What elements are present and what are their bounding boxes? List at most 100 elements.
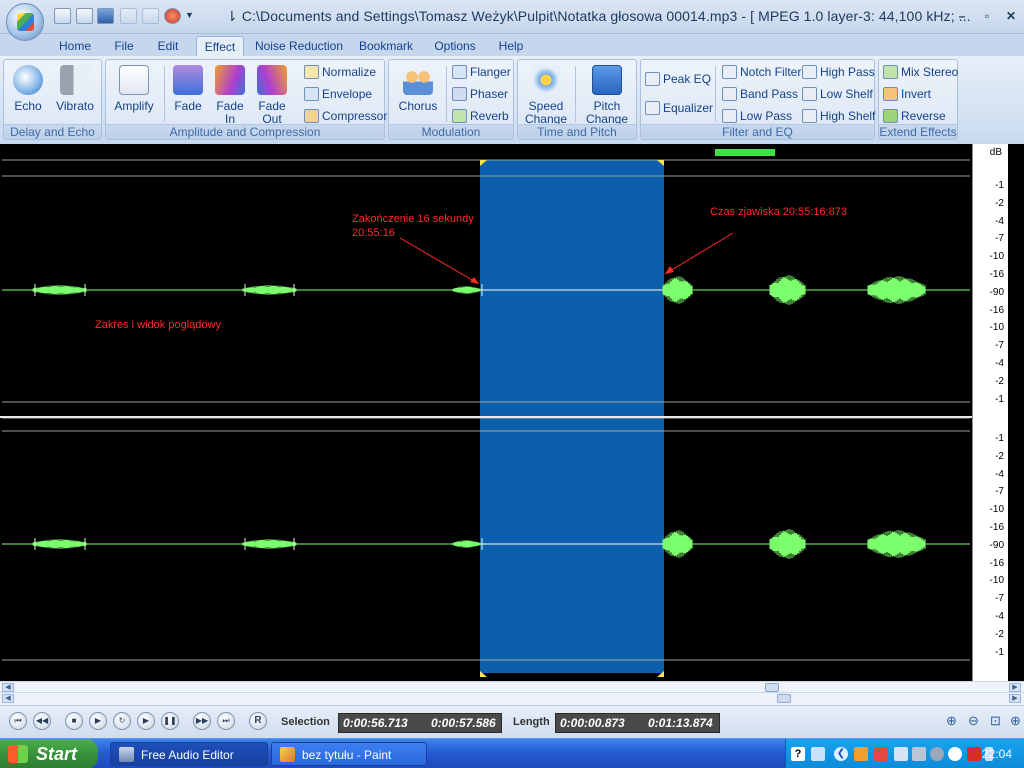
amplify-button[interactable]: Amplify [111,63,157,113]
amplify-label: Amplify [114,99,154,113]
play-selection-icon[interactable]: ▶ [137,712,155,730]
stop-icon[interactable]: ■ [65,712,83,730]
start-button[interactable]: Start [0,739,98,768]
fade-out-button[interactable]: Fade Out [254,63,290,126]
scroll-right-arrow[interactable]: ▶ [1009,683,1021,692]
fast-forward-icon[interactable]: ▶▶ [193,712,211,730]
waveform-view[interactable] [0,144,1008,681]
high-shelf-button[interactable]: High Shelf [802,107,875,125]
loop-icon[interactable]: ↻ [113,712,131,730]
record-button[interactable]: R [249,712,267,730]
zoom-full-icon[interactable]: ⊕ [1007,714,1024,730]
equalizer-button[interactable]: Equalizer [645,99,713,117]
scroll-thumb[interactable] [765,683,779,692]
rewind-icon[interactable]: ◀◀ [33,712,51,730]
horizontal-scrollbar-bottom[interactable]: ◀ ▶ [0,692,1024,705]
open-icon[interactable] [54,8,71,24]
scroll-thumb[interactable] [777,694,791,703]
scroll-right-arrow[interactable]: ▶ [1009,694,1021,703]
scroll-left-arrow[interactable]: ◀ [2,683,14,692]
zoom-in-icon[interactable]: ⊕ [943,714,960,730]
tab-help[interactable]: Help [494,38,528,56]
echo-button[interactable]: Echo [8,63,48,113]
compressor-label: Compressor [322,109,388,123]
compressor-button[interactable]: Compressor [304,107,387,125]
tab-noise-reduction[interactable]: Noise Reduction [254,38,344,56]
tray-disk-icon[interactable] [930,747,944,761]
undo-icon[interactable] [120,8,137,24]
annotation-end-16-seconds: Zakończenie 16 sekundy [352,213,474,225]
peak-eq-button[interactable]: Peak EQ [645,70,711,88]
group-label: Filter and EQ [641,124,874,139]
high-pass-button[interactable]: High Pass [802,63,875,81]
reverb-button[interactable]: Reverb [452,107,509,125]
tab-effect[interactable]: Effect [196,36,244,57]
fade-in-icon [215,65,245,95]
go-to-start-icon[interactable]: ⏮ [9,712,27,730]
volume-icon[interactable] [912,747,926,761]
tray-app-icon-3[interactable] [948,747,962,761]
record-dropdown-icon[interactable] [164,8,181,24]
fade-button[interactable]: Fade [170,63,206,113]
speed-change-icon [531,65,561,95]
maximize-button[interactable]: ▫ [976,8,998,24]
reverse-button[interactable]: Reverse [883,107,946,125]
selection-start[interactable]: 0:00:56.713 [343,714,408,732]
mix-stereo-label: Mix Stereo [901,65,959,79]
envelope-button[interactable]: Envelope [304,85,372,103]
zoom-selection-icon[interactable]: ⊡ [987,714,1004,730]
zoom-out-icon[interactable]: ⊖ [965,714,982,730]
selection-end[interactable]: 0:00:57.586 [431,714,496,732]
db-tick-label: -4 [995,215,1004,227]
close-button[interactable]: ✕ [1000,8,1022,24]
fade-in-button[interactable]: Fade In [212,63,248,126]
tray-app-icon-2[interactable] [874,747,888,761]
taskbar-item-free-audio-editor[interactable]: Free Audio Editor [110,742,268,766]
low-pass-button[interactable]: Low Pass [722,107,792,125]
band-pass-button[interactable]: Band Pass [722,85,798,103]
chorus-button[interactable]: Chorus [394,63,442,113]
display-icon[interactable] [894,747,908,761]
tray-app-icon[interactable] [854,747,868,761]
go-to-end-icon[interactable]: ⏭ [217,712,235,730]
notch-filter-button[interactable]: Notch Filter [722,63,801,81]
redo-icon[interactable] [142,8,159,24]
phaser-button[interactable]: Phaser [452,85,508,103]
application-menu-button[interactable] [6,3,44,41]
vibrato-button[interactable]: Vibrato [52,63,98,113]
low-shelf-button[interactable]: Low Shelf [802,85,873,103]
ati-icon[interactable] [967,747,981,761]
overview-range-indicator[interactable] [715,149,775,156]
pitch-change-button[interactable]: Pitch Change [582,63,632,126]
scroll-left-arrow[interactable]: ◀ [2,694,14,703]
tab-home[interactable]: Home [54,38,96,56]
selection-time-display[interactable]: 0:00:56.713 0:00:57.586 [338,713,502,733]
tab-edit[interactable]: Edit [152,38,184,56]
equalizer-icon [645,101,660,115]
tab-bookmark[interactable]: Bookmark [357,38,415,56]
db-tick-label: -16 [989,557,1004,569]
save-icon[interactable] [97,8,114,24]
low-shelf-icon [802,87,817,101]
tray-collapse-icon[interactable]: ❮ [834,747,848,761]
free-audio-editor-window: ▼ ⇂ C:\Documents and Settings\Tomasz Weż… [0,0,1024,768]
speed-change-button[interactable]: Speed Change [524,63,568,126]
play-icon[interactable]: ▶ [89,712,107,730]
qat-dropdown-icon[interactable]: ▼ [185,10,194,20]
flanger-button[interactable]: Flanger [452,63,511,81]
pause-icon[interactable]: ❚❚ [161,712,179,730]
task-label: bez tytułu - Paint [302,748,392,762]
length-time-display: 0:00:00.873 0:01:13.874 [555,713,720,733]
mix-stereo-button[interactable]: Mix Stereo [883,63,958,81]
horizontal-scrollbar-top[interactable]: ◀ ▶ [0,681,1024,692]
phaser-label: Phaser [470,87,509,101]
invert-button[interactable]: Invert [883,85,931,103]
tab-options[interactable]: Options [430,38,480,56]
taskbar-item-paint[interactable]: bez tytułu - Paint [271,742,427,766]
open-folder-icon[interactable] [76,8,93,24]
network-icon[interactable] [811,747,825,761]
help-icon[interactable]: ? [791,747,805,761]
normalize-button[interactable]: Normalize [304,63,376,81]
tab-file[interactable]: File [108,38,140,56]
minimize-button[interactable]: – [951,8,973,24]
